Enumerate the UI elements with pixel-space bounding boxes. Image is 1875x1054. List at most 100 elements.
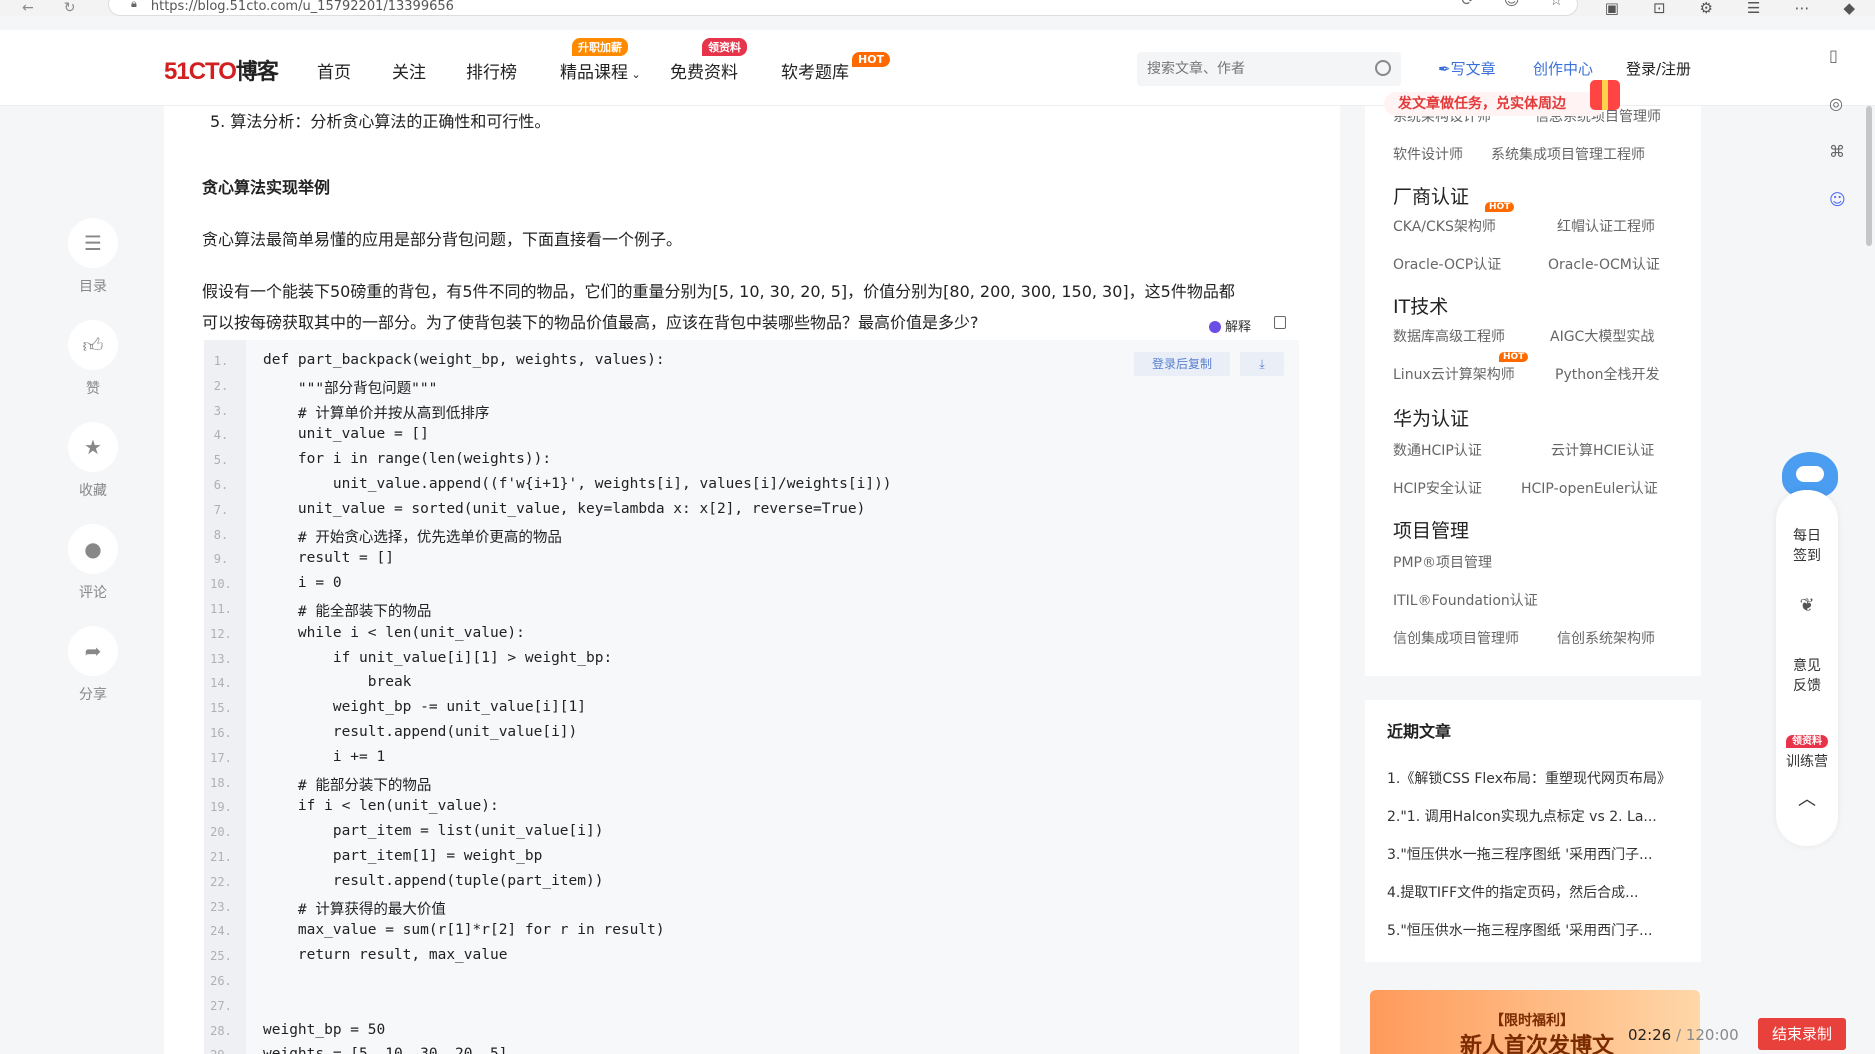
cert-link[interactable]: CKA/CKS架构师 [1393, 216, 1496, 236]
code-line: part_item = list(unit_value[i]) [263, 823, 604, 840]
code-line: while i < len(unit_value): [263, 624, 525, 641]
write-article-link[interactable]: ✒写文章 [1438, 58, 1496, 79]
extensions-icon[interactable]: ⚙ [1700, 0, 1713, 17]
rail-like[interactable]: 👍︎ 赞 [68, 320, 118, 398]
cert-link[interactable]: 数据库高级工程师 [1393, 326, 1505, 346]
line-number: 17. [210, 750, 232, 765]
cert-link[interactable]: PMP®项目管理 [1393, 552, 1492, 572]
search-box[interactable] [1137, 52, 1401, 86]
cert-link[interactable]: HCIP-openEuler认证 [1521, 478, 1658, 498]
feedback-line-2: 反馈 [1793, 678, 1821, 694]
login-link[interactable]: 登录/注册 [1626, 58, 1691, 79]
section-heading: 贪心算法实现举例 [202, 178, 331, 197]
reload-icon[interactable]: ↻ [64, 1, 76, 15]
cert-link[interactable]: 系统集成项目管理工程师 [1491, 144, 1645, 164]
nav-free-materials[interactable]: 免费资料 [670, 58, 738, 83]
more-icon[interactable]: ⋯ [1794, 0, 1809, 17]
line-number: 24. [210, 924, 232, 939]
hot-badge: HOT [1499, 352, 1529, 362]
recording-timer: 02:26 / 120:00 [1628, 1026, 1739, 1044]
rail-toc[interactable]: ☰ 目录 [68, 218, 118, 296]
code-line: if i < len(unit_value): [263, 798, 499, 815]
cert-link[interactable]: Oracle-OCM认证 [1548, 254, 1660, 274]
cert-link[interactable]: 红帽认证工程师 [1557, 216, 1655, 236]
favorite-icon[interactable]: ☆ [1550, 0, 1563, 9]
recent-article-link[interactable]: 4.提取TIFF文件的指定页码，然后合成... [1387, 882, 1687, 902]
address-bar[interactable]: 🔒︎ https://blog.51cto.com/u_15792201/133… [108, 0, 1578, 16]
lock-icon: 🔒︎ [131, 0, 137, 10]
explain-button[interactable]: 解释 [1209, 316, 1251, 335]
cert-link[interactable]: 软件设计师 [1393, 144, 1463, 164]
cert-link[interactable]: AIGC大模型实战 [1550, 326, 1654, 346]
url-text[interactable]: https://blog.51cto.com/u_15792201/133996… [151, 0, 454, 14]
back-to-top-icon[interactable]: ︿ [1776, 790, 1838, 810]
recent-article-link[interactable]: 2."1. 调用Halcon实现九点标定 vs 2. La... [1387, 806, 1687, 826]
task-promo-banner[interactable]: 发文章做任务，兑实体周边 [1384, 92, 1606, 116]
line-number: 25. [210, 949, 232, 964]
feedback-button[interactable]: 意见 反馈 [1776, 656, 1838, 696]
recent-article-link[interactable]: 1.《解锁CSS Flex布局：重塑现代网页布局》 [1387, 768, 1687, 788]
comment-icon: ● [68, 524, 118, 574]
creator-center-link[interactable]: 创作中心 [1533, 58, 1593, 79]
code-line: unit_value.append((f'w{i+1}', weights[i]… [263, 476, 892, 492]
reading-list-icon[interactable]: ▯ [1829, 46, 1838, 65]
line-number: 13. [210, 651, 232, 666]
recent-title: 近期文章 [1387, 722, 1452, 741]
screenshot-icon[interactable]: ⊡ [1653, 0, 1666, 17]
split-view-icon[interactable]: ▣ [1605, 0, 1619, 17]
stop-recording-button[interactable]: 结束录制 [1758, 1018, 1846, 1050]
rail-comment[interactable]: ● 评论 [68, 524, 118, 602]
favorites-bar-icon[interactable]: ☰ [1747, 0, 1760, 17]
materials-badge: 领资料 [702, 38, 747, 56]
cert-link[interactable]: ITIL®Foundation认证 [1393, 590, 1538, 610]
cert-link[interactable]: Python全栈开发 [1555, 364, 1660, 384]
checkin-line-2: 签到 [1793, 548, 1821, 564]
rail-favorite[interactable]: ★ 收藏 [68, 422, 118, 500]
cert-link[interactable]: 数通HCIP认证 [1393, 440, 1482, 460]
cert-link[interactable]: Oracle-OCP认证 [1393, 254, 1501, 274]
checkin-button[interactable]: 每日 签到 [1776, 526, 1838, 566]
cert-link[interactable]: 云计算HCIE认证 [1551, 440, 1654, 460]
code-block: 1. 2. 3. 4. 5. 6. 7. 8. 9. 10. 11. 12. 13. 14. 15. 16. 1… [204, 340, 1299, 1054]
assistant-icon[interactable]: ☺ [1829, 190, 1846, 209]
nav-ranking[interactable]: 排行榜 [466, 58, 517, 83]
nav-home[interactable]: 首页 [317, 58, 351, 83]
apps-icon[interactable]: ⌘ [1829, 142, 1845, 161]
cert-link[interactable]: HCIP安全认证 [1393, 478, 1482, 498]
rail-toc-label: 目录 [79, 279, 107, 295]
line-number: 22. [210, 874, 232, 889]
copy-icon[interactable] [1274, 316, 1286, 329]
recent-article-link[interactable]: 3."恒压供水一拖三程序图纸 '采用西门子... [1387, 844, 1687, 864]
nav-exam-bank[interactable]: 软考题库 [781, 58, 849, 83]
nav-courses[interactable]: 精品课程 ⌄ [560, 58, 641, 83]
rail-share[interactable]: ➦ 分享 [68, 626, 118, 704]
nav-follow[interactable]: 关注 [392, 58, 426, 83]
code-line: i = 0 [263, 575, 342, 592]
back-icon[interactable]: ← [22, 1, 34, 15]
cert-link[interactable]: 信创集成项目管理师 [1393, 628, 1519, 648]
code-line: break [263, 674, 412, 691]
login-copy-button[interactable]: 登录后复制 [1134, 352, 1230, 376]
translate-icon[interactable]: ⟳ [1461, 0, 1474, 9]
gift-icon [1590, 80, 1620, 110]
site-logo[interactable]: 51CTO博客 [164, 54, 279, 86]
code-line: result.append(tuple(part_item)) [263, 872, 604, 889]
reader-icon[interactable]: ☺ [1504, 0, 1520, 9]
copilot-icon[interactable]: ◆ [1843, 0, 1855, 17]
code-line: # 能部分装下的物品 [263, 777, 432, 794]
scrollbar[interactable] [1866, 106, 1872, 246]
newbie-promo-banner[interactable]: 【限时福利】 新人首次发博文 [1370, 990, 1700, 1054]
camp-button[interactable]: 领资料 训练营 [1776, 730, 1838, 772]
leaf-icon[interactable]: ❦ [1776, 596, 1838, 616]
checkin-line-1: 每日 [1793, 528, 1821, 544]
download-icon[interactable]: ⤓ [1240, 352, 1284, 376]
tools-icon[interactable]: ◎ [1829, 94, 1843, 113]
cert-link[interactable]: 信创系统架构师 [1557, 628, 1655, 648]
cert-link[interactable]: Linux云计算架构师 [1393, 364, 1515, 384]
code-line: unit_value = [] [263, 426, 429, 443]
search-icon[interactable] [1375, 60, 1391, 76]
star-icon: ★ [68, 422, 118, 472]
search-input[interactable] [1137, 52, 1347, 86]
recent-article-link[interactable]: 5."恒压供水一拖三程序图纸 '采用西门子... [1387, 920, 1687, 940]
rail-share-label: 分享 [79, 687, 107, 703]
